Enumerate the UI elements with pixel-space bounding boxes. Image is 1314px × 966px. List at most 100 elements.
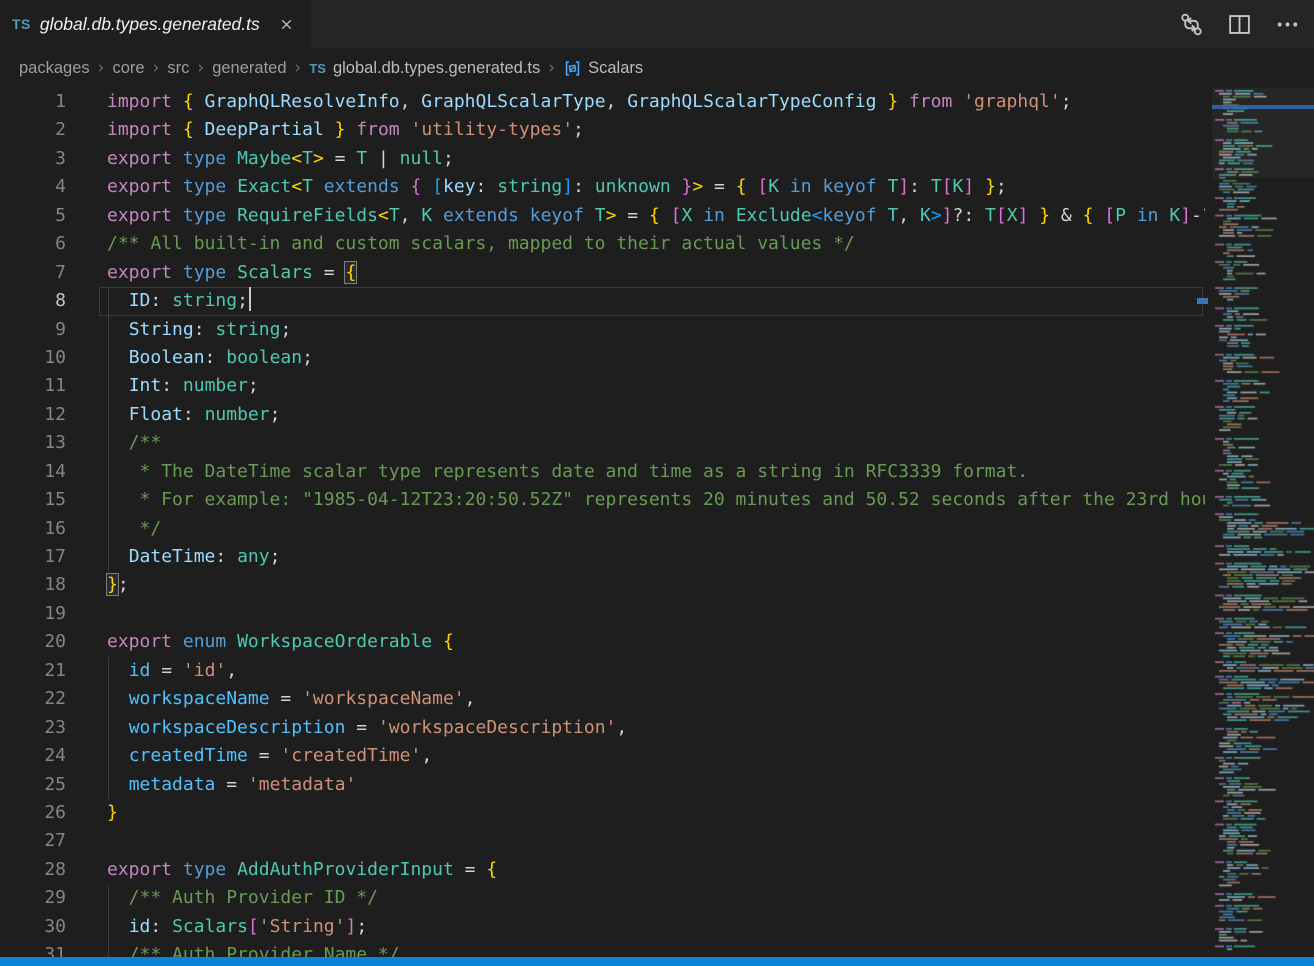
code-token: export	[107, 148, 172, 169]
code-line[interactable]: export type Exact<T extends { [key: stri…	[107, 173, 1205, 201]
code-line[interactable]: }	[107, 799, 1205, 827]
code-line[interactable]: */	[107, 515, 1205, 543]
split-editor-button[interactable]	[1222, 7, 1256, 41]
code-line[interactable]: Boolean: boolean;	[107, 344, 1205, 372]
code-line[interactable]: createdTime = 'createdTime',	[107, 742, 1205, 770]
minimap[interactable]	[1212, 88, 1314, 958]
line-number[interactable]: 23	[0, 714, 66, 742]
code-line[interactable]: * For example: "1985-04-12T23:20:50.52Z"…	[107, 486, 1205, 514]
code-line[interactable]: ID: string;	[107, 287, 1205, 315]
code-token: boolean	[226, 347, 302, 368]
code-token: {	[345, 262, 356, 283]
code-line[interactable]: workspaceDescription = 'workspaceDescrip…	[107, 714, 1205, 742]
split-editor-icon	[1227, 12, 1252, 37]
line-number[interactable]: 2	[0, 116, 66, 144]
line-number[interactable]: 22	[0, 685, 66, 713]
code-line[interactable]: /** Auth Provider ID */	[107, 884, 1205, 912]
code-line[interactable]: metadata = 'metadata'	[107, 771, 1205, 799]
breadcrumb-item-generated[interactable]: generated	[212, 59, 286, 77]
line-number[interactable]: 10	[0, 344, 66, 372]
code-line[interactable]: id: Scalars['String'];	[107, 913, 1205, 941]
code-token: type	[183, 205, 226, 226]
code-line[interactable]	[107, 827, 1205, 855]
code-line[interactable]: export type Scalars = {	[107, 259, 1205, 287]
code-token: export	[107, 631, 172, 652]
line-number[interactable]: 11	[0, 372, 66, 400]
code-token: <	[378, 205, 389, 226]
code-line[interactable]: };	[107, 571, 1205, 599]
line-number[interactable]: 6	[0, 230, 66, 258]
line-number[interactable]: 15	[0, 486, 66, 514]
code-line[interactable]: String: string;	[107, 316, 1205, 344]
code-token	[1126, 205, 1137, 226]
line-number[interactable]: 29	[0, 884, 66, 912]
line-number[interactable]: 31	[0, 941, 66, 958]
code-line[interactable]: export type AddAuthProviderInput = {	[107, 856, 1205, 884]
code-line[interactable]: workspaceName = 'workspaceName',	[107, 685, 1205, 713]
code-token	[172, 176, 183, 197]
breadcrumb-item-src[interactable]: src	[167, 59, 189, 77]
code-token	[226, 148, 237, 169]
overview-ruler[interactable]	[1196, 88, 1212, 958]
minimap-slider[interactable]	[1212, 88, 1314, 178]
code-line[interactable]: export type Maybe<T> = T | null;	[107, 145, 1205, 173]
line-number[interactable]: 5	[0, 202, 66, 230]
code-line[interactable]: export type RequireFields<T, K extends k…	[107, 202, 1205, 230]
breadcrumb-item-packages[interactable]: packages	[19, 59, 90, 77]
tab-global-db-types[interactable]: TS global.db.types.generated.ts	[0, 0, 310, 48]
code-line[interactable]: Float: number;	[107, 401, 1205, 429]
line-number[interactable]: 20	[0, 628, 66, 656]
code-line[interactable]: id = 'id',	[107, 657, 1205, 685]
line-number[interactable]: 4	[0, 173, 66, 201]
code-line[interactable]: import { GraphQLResolveInfo, GraphQLScal…	[107, 88, 1205, 116]
code-line[interactable]: /** Auth Provider Name */	[107, 941, 1205, 958]
code-line[interactable]: import { DeepPartial } from 'utility-typ…	[107, 116, 1205, 144]
line-number[interactable]: 27	[0, 827, 66, 855]
more-actions-button[interactable]	[1270, 7, 1304, 41]
line-number[interactable]: 9	[0, 316, 66, 344]
code-line[interactable]	[107, 600, 1205, 628]
code-token	[313, 176, 324, 197]
line-number[interactable]: 17	[0, 543, 66, 571]
code-token: DeepPartial	[194, 119, 324, 140]
line-number[interactable]: 8	[0, 287, 66, 315]
code-token: [	[432, 176, 443, 197]
line-number[interactable]: 25	[0, 771, 66, 799]
code-line[interactable]: export enum WorkspaceOrderable {	[107, 628, 1205, 656]
line-number[interactable]: 12	[0, 401, 66, 429]
breadcrumb-item-core[interactable]: core	[112, 59, 144, 77]
line-number[interactable]: 16	[0, 515, 66, 543]
close-tab-button[interactable]	[274, 12, 298, 36]
line-number[interactable]: 18	[0, 571, 66, 599]
line-number[interactable]: 7	[0, 259, 66, 287]
line-number[interactable]: 28	[0, 856, 66, 884]
code-line[interactable]: Int: number;	[107, 372, 1205, 400]
code-line[interactable]: * The DateTime scalar type represents da…	[107, 458, 1205, 486]
code-editor[interactable]: 1234567891011121314151617181920212223242…	[0, 88, 1205, 958]
line-number[interactable]: 21	[0, 657, 66, 685]
code-token	[1159, 205, 1170, 226]
code-token: workspaceName	[129, 688, 270, 709]
line-number[interactable]: 24	[0, 742, 66, 770]
code-line[interactable]: /**	[107, 429, 1205, 457]
breadcrumb-item-symbol[interactable]: Scalars	[588, 59, 643, 78]
code-token: =	[324, 148, 357, 169]
code-token: =	[703, 176, 736, 197]
line-number[interactable]: 30	[0, 913, 66, 941]
line-number[interactable]: 3	[0, 145, 66, 173]
line-number[interactable]: 13	[0, 429, 66, 457]
code-token: T	[887, 205, 898, 226]
code-token: import	[107, 91, 172, 112]
code-token: string	[497, 176, 562, 197]
code-token: ?:	[953, 205, 986, 226]
line-number[interactable]: 1	[0, 88, 66, 116]
breadcrumb-item-file[interactable]: global.db.types.generated.ts	[333, 59, 540, 78]
line-number[interactable]: 26	[0, 799, 66, 827]
code-token	[107, 745, 129, 766]
line-number[interactable]: 19	[0, 600, 66, 628]
line-number[interactable]: 14	[0, 458, 66, 486]
open-changes-button[interactable]	[1174, 7, 1208, 41]
code-token: ;	[270, 404, 281, 425]
code-line[interactable]: DateTime: any;	[107, 543, 1205, 571]
code-line[interactable]: /** All built-in and custom scalars, map…	[107, 230, 1205, 258]
